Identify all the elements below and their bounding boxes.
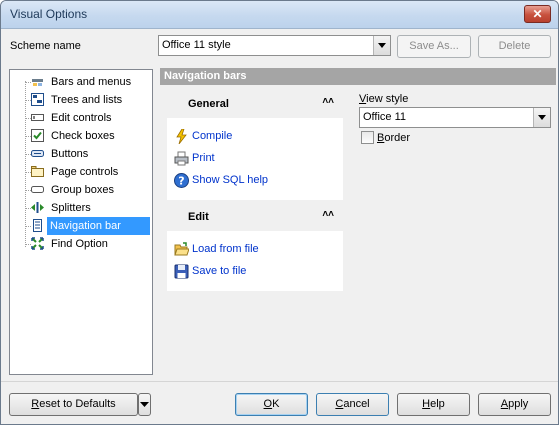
border-checkbox[interactable] (361, 131, 374, 144)
chevron-up-double-icon[interactable]: ˄˄ (322, 209, 334, 220)
view-style-combo[interactable]: Office 11 (359, 107, 551, 128)
apply-button[interactable]: Apply (478, 393, 551, 416)
checkbox-icon (31, 129, 44, 142)
floppy-disk-icon (174, 264, 189, 279)
scheme-name-label: Scheme name (10, 40, 81, 52)
tree-item-check-boxes[interactable]: Check boxes (10, 127, 152, 145)
tree-item-group-boxes[interactable]: Group boxes (10, 181, 152, 199)
nav-group-general-header[interactable]: General ˄˄ (167, 91, 343, 118)
window-title: Visual Options (10, 7, 88, 21)
scheme-name-combo[interactable]: Office 11 style (158, 35, 391, 56)
scheme-name-value: Office 11 style (162, 39, 231, 51)
tree-item-label: Group boxes (51, 184, 114, 196)
border-label[interactable]: Border (377, 132, 410, 144)
visual-options-dialog: Visual Options ✕ Scheme name Office 11 s… (0, 0, 559, 425)
nav-link-label: Compile (192, 130, 233, 142)
splitter-icon (31, 202, 44, 213)
tree-item-label: Check boxes (51, 130, 115, 142)
open-folder-icon (174, 242, 189, 256)
navigation-bar-icon (33, 219, 42, 232)
tree-item-label: Buttons (51, 148, 89, 160)
chevron-up-double-icon[interactable]: ˄˄ (322, 96, 334, 107)
tree-item-label: Trees and lists (51, 94, 123, 106)
tree-item-label: Find Option (51, 238, 108, 250)
svg-text:?: ? (178, 175, 184, 188)
help-icon: ? (174, 173, 189, 188)
title-bar[interactable]: Visual Options ✕ (1, 1, 558, 29)
save-as-button[interactable]: Save As... (397, 35, 471, 58)
nav-group-title: Edit (188, 211, 209, 223)
chevron-down-icon[interactable] (373, 36, 390, 55)
nav-group-edit-header[interactable]: Edit ˄˄ (167, 204, 343, 231)
lightning-icon (176, 129, 187, 144)
reset-dropdown-button[interactable] (138, 393, 151, 416)
nav-link-label: Save to file (192, 265, 247, 277)
tree-item-bars-and-menus[interactable]: Bars and menus (10, 73, 152, 91)
tree-item-page-controls[interactable]: Page controls (10, 163, 152, 181)
tree-list-icon (31, 93, 44, 106)
tree-item-splitters[interactable]: Splitters (10, 199, 152, 217)
nav-group-title: General (188, 98, 229, 110)
section-header: Navigation bars (160, 68, 556, 85)
group-box-icon (31, 186, 44, 193)
nav-group-general-body: Compile Print ? Show SQL help (167, 118, 343, 200)
nav-link-label: Load from file (192, 243, 259, 255)
options-tree[interactable]: Bars and menus Trees and lists Edit cont… (9, 69, 153, 375)
tree-item-label: Navigation bar (47, 217, 150, 235)
page-control-icon (31, 166, 44, 177)
ok-button[interactable]: OK (235, 393, 308, 416)
find-option-icon (31, 237, 44, 250)
edit-control-icon (31, 114, 44, 121)
chevron-down-icon[interactable] (533, 108, 550, 127)
footer-separator (1, 381, 558, 382)
tree-item-label: Page controls (51, 166, 119, 178)
delete-button[interactable]: Delete (478, 35, 551, 58)
chevron-down-icon (140, 402, 149, 407)
printer-icon (174, 151, 189, 166)
close-button[interactable]: ✕ (524, 5, 551, 23)
nav-link-label: Show SQL help (192, 174, 269, 186)
tree-item-label: Bars and menus (51, 76, 132, 88)
tree-item-navigation-bar[interactable]: Navigation bar (10, 217, 152, 235)
reset-to-defaults-button[interactable]: Reset to Defaults (9, 393, 138, 416)
tree-item-buttons[interactable]: Buttons (10, 145, 152, 163)
tree-item-label: Edit controls (51, 112, 112, 124)
tree-item-label: Splitters (51, 202, 91, 214)
tree-item-trees-and-lists[interactable]: Trees and lists (10, 91, 152, 109)
tree-item-find-option[interactable]: Find Option (10, 235, 152, 253)
cancel-button[interactable]: Cancel (316, 393, 389, 416)
nav-link-label: Print (192, 152, 215, 164)
tree-item-edit-controls[interactable]: Edit controls (10, 109, 152, 127)
view-style-label: View style (359, 93, 409, 105)
help-button[interactable]: Help (397, 393, 470, 416)
view-style-value: Office 11 (363, 111, 407, 123)
bars-menus-icon (32, 79, 43, 86)
nav-group-edit-body: Load from file Save to file (167, 231, 343, 291)
button-icon (31, 150, 44, 157)
